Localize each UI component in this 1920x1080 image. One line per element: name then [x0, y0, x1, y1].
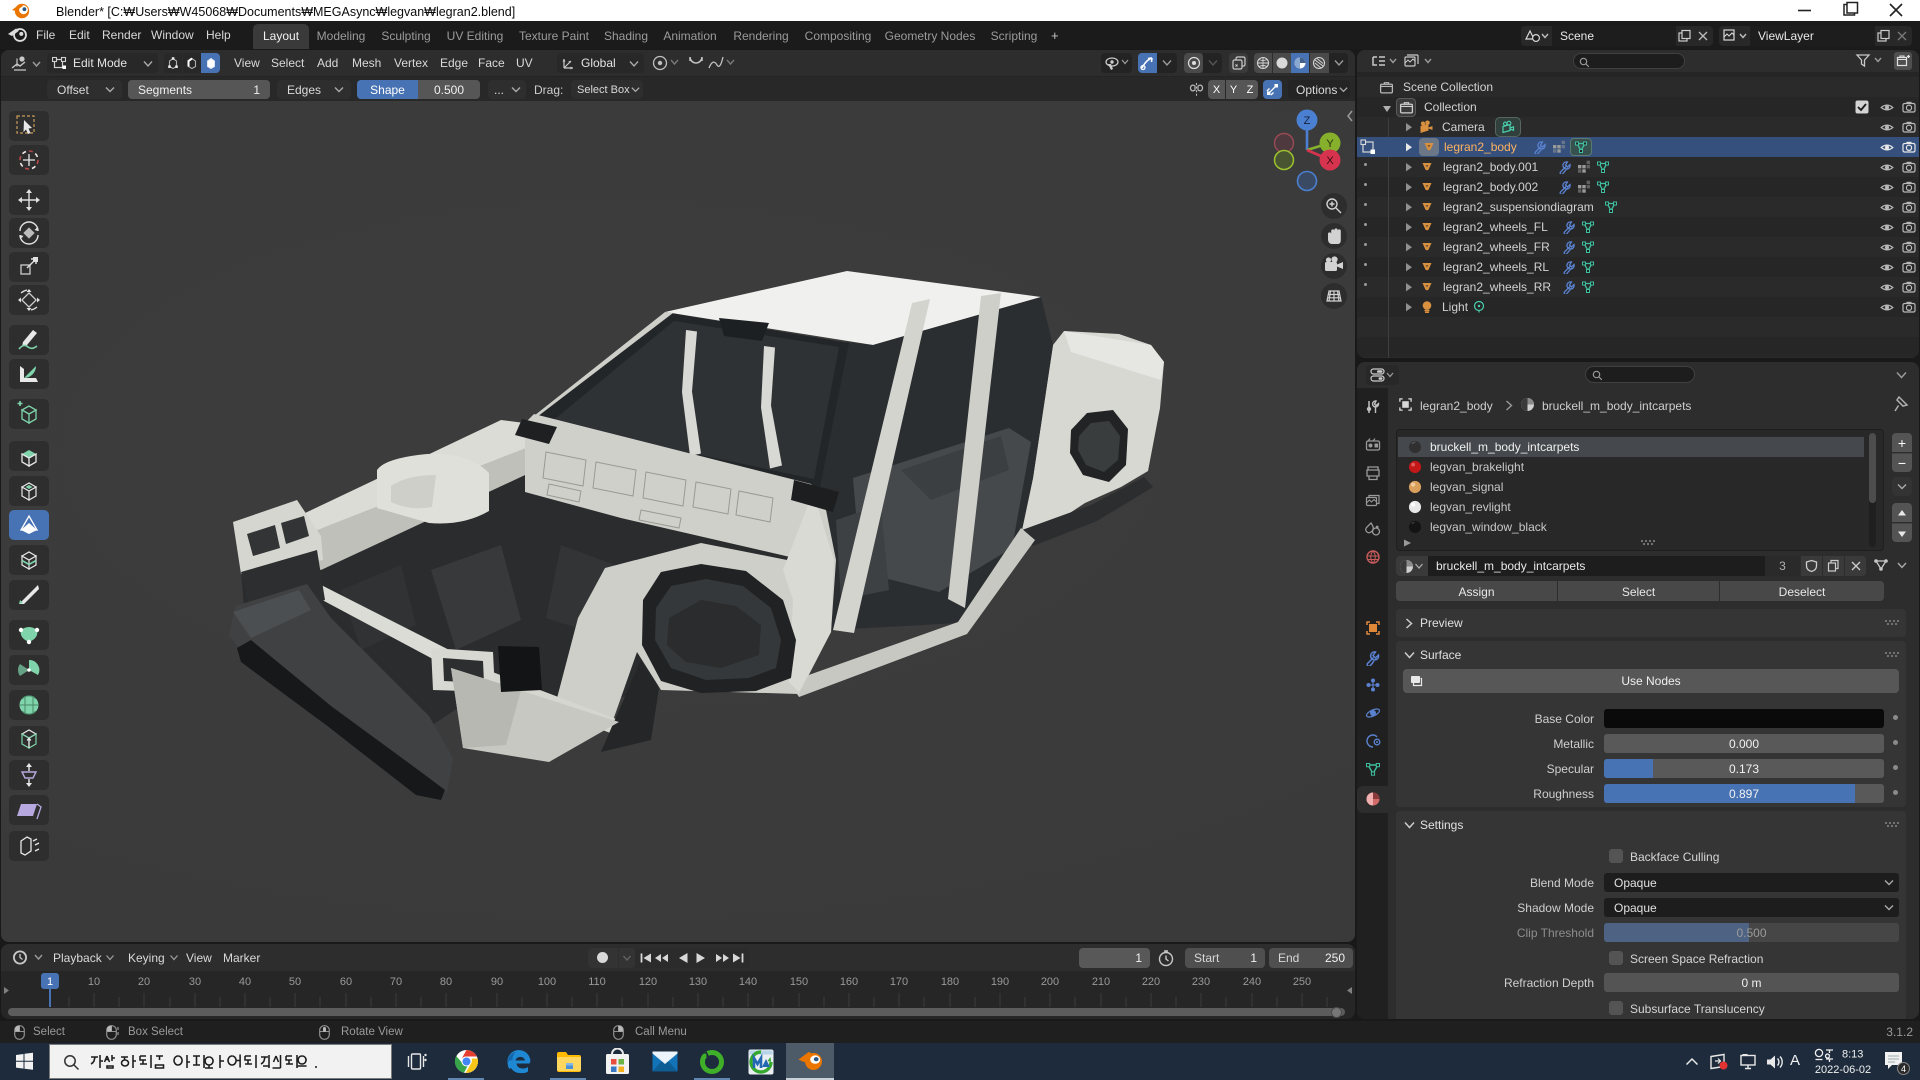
svg-text:Y: Y	[1326, 138, 1334, 150]
svg-text:1: 1	[47, 976, 53, 988]
svg-text:210: 210	[1092, 976, 1110, 988]
svg-text:200: 200	[1041, 976, 1059, 988]
svg-text:30: 30	[189, 976, 201, 988]
svg-text:130: 130	[689, 976, 707, 988]
svg-text:4: 4	[1901, 1064, 1906, 1074]
svg-text:8:13: 8:13	[1842, 1049, 1863, 1061]
svg-text:40: 40	[239, 976, 251, 988]
svg-text:90: 90	[491, 976, 503, 988]
svg-text:250: 250	[1293, 976, 1311, 988]
svg-text:80: 80	[440, 976, 452, 988]
svg-text:70: 70	[390, 976, 402, 988]
svg-text:X: X	[1326, 155, 1334, 167]
svg-text:110: 110	[588, 976, 606, 988]
svg-text:190: 190	[991, 976, 1009, 988]
svg-text:230: 230	[1192, 976, 1210, 988]
svg-text:60: 60	[340, 976, 352, 988]
svg-text:20: 20	[138, 976, 150, 988]
svg-text:160: 160	[840, 976, 858, 988]
svg-text:170: 170	[890, 976, 908, 988]
svg-text:140: 140	[739, 976, 757, 988]
svg-text:220: 220	[1142, 976, 1160, 988]
svg-text:100: 100	[538, 976, 556, 988]
svg-text:180: 180	[941, 976, 959, 988]
svg-text:120: 120	[639, 976, 657, 988]
svg-text:2022-06-02: 2022-06-02	[1815, 1064, 1871, 1076]
svg-text:50: 50	[289, 976, 301, 988]
svg-text:Z: Z	[1304, 115, 1311, 127]
svg-text:240: 240	[1243, 976, 1261, 988]
svg-text:10: 10	[88, 976, 100, 988]
svg-text:150: 150	[790, 976, 808, 988]
